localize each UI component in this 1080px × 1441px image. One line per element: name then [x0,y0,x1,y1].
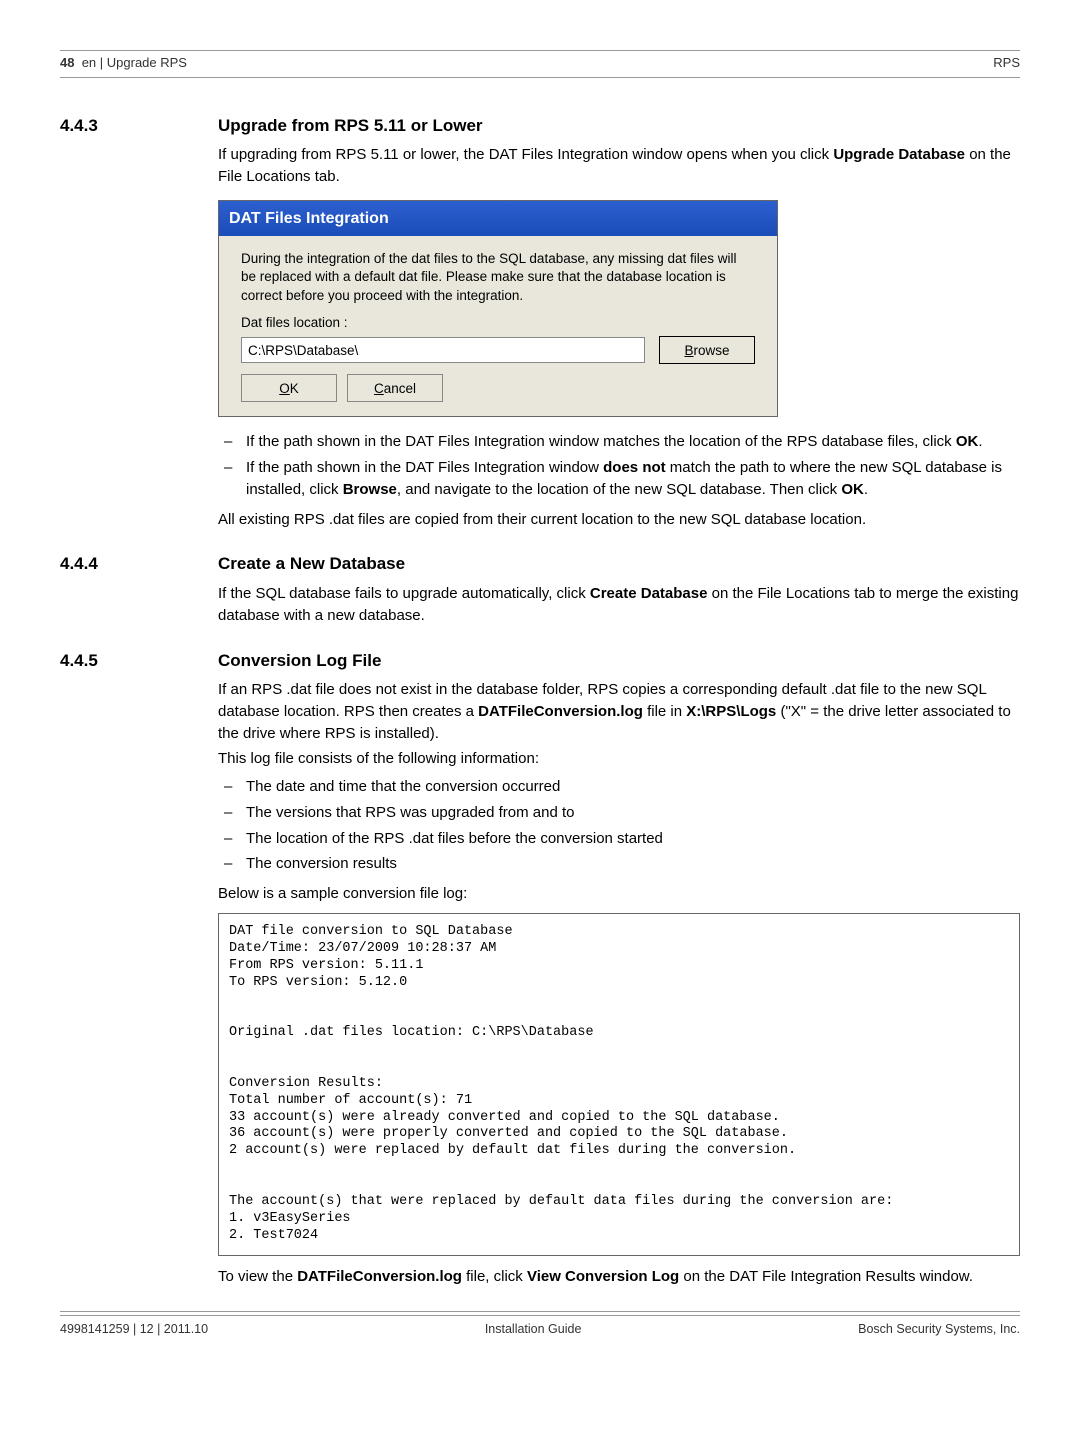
page-footer: 4998141259 | 12 | 2011.10 Installation G… [60,1316,1020,1338]
body-text: All existing RPS .dat files are copied f… [218,509,1020,531]
list-item: The date and time that the conversion oc… [218,776,1020,798]
page-header: 48 en | Upgrade RPS RPS [60,54,1020,78]
footer-right: Bosch Security Systems, Inc. [858,1320,1020,1338]
body-text: If upgrading from RPS 5.11 or lower, the… [218,144,1020,188]
body-text: This log file consists of the following … [218,748,1020,770]
body-text: Below is a sample conversion file log: [218,883,1020,905]
section-title: Upgrade from RPS 5.11 or Lower [218,114,483,139]
dat-files-location-label: Dat files location : [241,313,755,333]
section-title: Conversion Log File [218,649,381,674]
body-text: If an RPS .dat file does not exist in th… [218,679,1020,744]
conversion-log-sample: DAT file conversion to SQL Database Date… [218,913,1020,1256]
dialog-title: DAT Files Integration [219,201,777,236]
list-item: If the path shown in the DAT Files Integ… [218,457,1020,501]
breadcrumb: en | Upgrade RPS [82,55,187,70]
dialog-body-text: During the integration of the dat files … [241,250,755,305]
dat-files-integration-dialog: DAT Files Integration During the integra… [218,200,778,417]
section-number: 4.4.5 [60,649,190,674]
section-number: 4.4.3 [60,114,190,139]
page-number: 48 [60,55,74,70]
bullet-list: If the path shown in the DAT Files Integ… [218,431,1020,500]
section-title: Create a New Database [218,552,405,577]
list-item: If the path shown in the DAT Files Integ… [218,431,1020,453]
footer-left: 4998141259 | 12 | 2011.10 [60,1320,208,1338]
footer-center: Installation Guide [485,1320,582,1338]
header-product: RPS [993,54,1020,73]
bullet-list: The date and time that the conversion oc… [218,776,1020,875]
list-item: The versions that RPS was upgraded from … [218,802,1020,824]
header-left: 48 en | Upgrade RPS [60,54,187,73]
body-text: If the SQL database fails to upgrade aut… [218,583,1020,627]
list-item: The conversion results [218,853,1020,875]
browse-button[interactable]: Browse [659,336,755,364]
dat-files-location-input[interactable] [241,337,645,363]
list-item: The location of the RPS .dat files befor… [218,828,1020,850]
cancel-button[interactable]: Cancel [347,374,443,402]
ok-button[interactable]: OK [241,374,337,402]
body-text: To view the DATFileConversion.log file, … [218,1266,1020,1288]
section-number: 4.4.4 [60,552,190,577]
